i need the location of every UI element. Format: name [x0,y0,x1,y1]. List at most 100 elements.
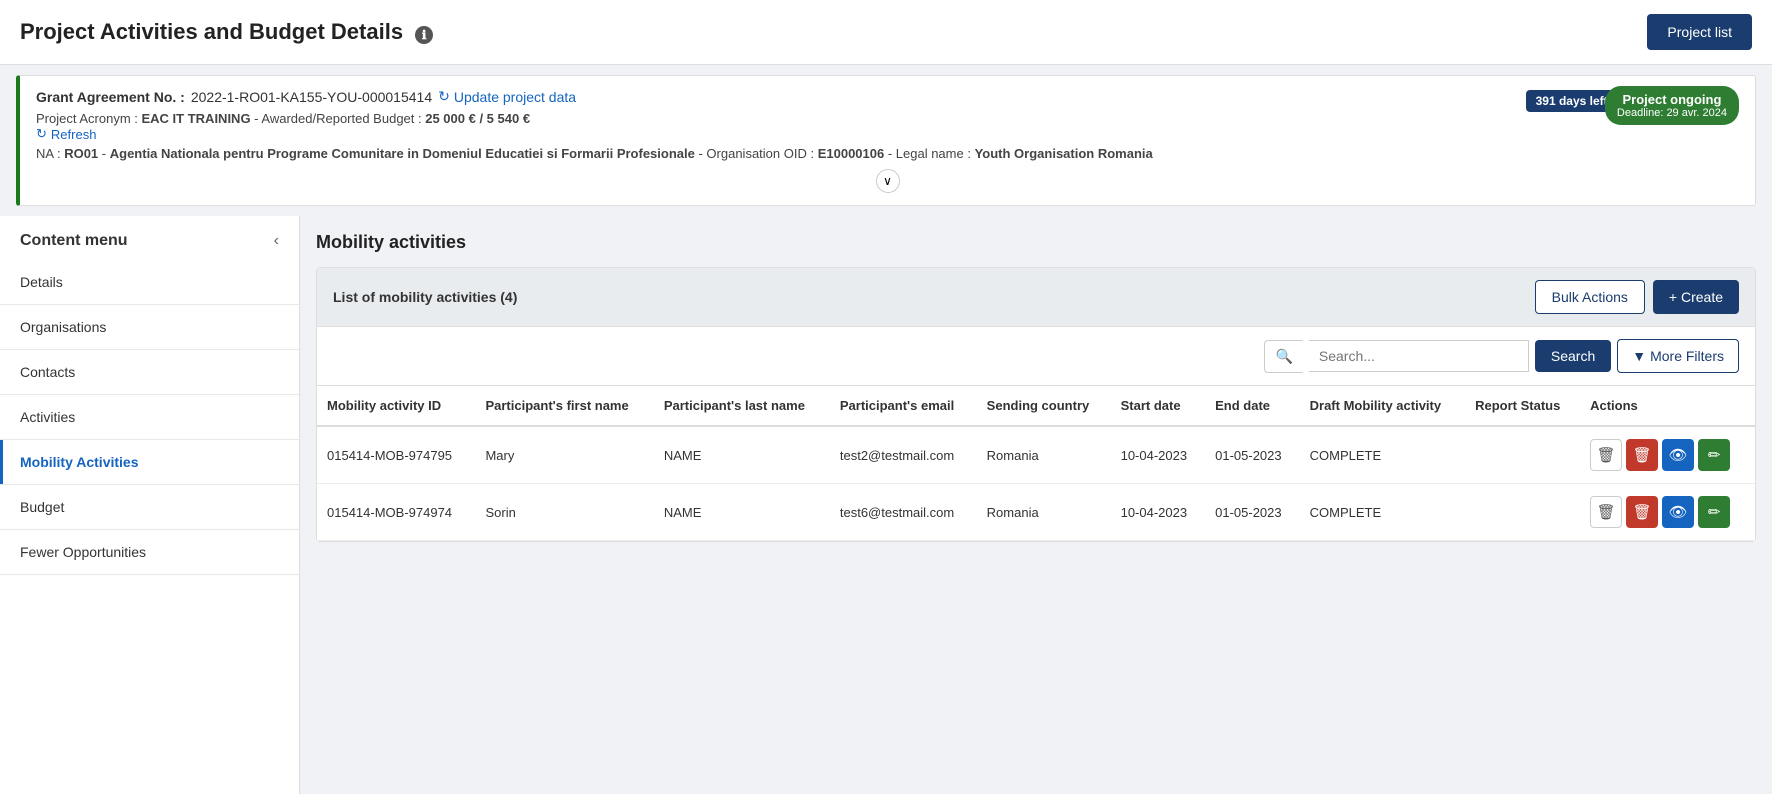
cell-end-date: 01-05-2023 [1205,426,1300,484]
sidebar-item-organisations: Organisations [0,305,299,350]
cell-actions: 🗑 🗑 👁 ✏ [1580,484,1755,541]
header-buttons: Bulk Actions + Create [1535,280,1739,314]
info-box: Grant Agreement No. : 2022-1-RO01-KA155-… [16,75,1756,206]
create-button[interactable]: + Create [1653,280,1739,314]
col-start-date: Start date [1111,386,1206,426]
delete-button[interactable]: 🗑 [1626,496,1658,528]
search-input[interactable] [1309,340,1529,372]
search-bar: 🔍 Search ▼ More Filters [317,327,1755,386]
duplicate-button[interactable]: 🗑 [1590,496,1622,528]
duplicate-button[interactable]: 🗑 [1590,439,1622,471]
deadline: Deadline: 29 avr. 2024 [1617,107,1727,119]
page-header: Project Activities and Budget Details ℹ … [0,0,1772,65]
update-project-link[interactable]: ↻ Update project data [438,88,576,105]
na-name: Agentia Nationala pentru Programe Comuni… [110,146,695,161]
info-box-row1: Grant Agreement No. : 2022-1-RO01-KA155-… [36,88,1739,105]
cell-report-status [1465,484,1580,541]
refresh-icon: ↻ [36,126,47,142]
table-card-header: List of mobility activities (4) Bulk Act… [317,268,1755,327]
sidebar-nav: Details Organisations Contacts Activitie… [0,260,299,575]
cell-draft: COMPLETE [1300,484,1466,541]
project-status: Project ongoing [1617,92,1727,107]
table-row: 015414-MOB-974795 Mary NAME test2@testma… [317,426,1755,484]
delete-button[interactable]: 🗑 [1626,439,1658,471]
search-icon: 🔍 [1275,348,1292,364]
cell-draft: COMPLETE [1300,426,1466,484]
cell-start-date: 10-04-2023 [1111,484,1206,541]
sidebar-header: Content menu ‹ [0,216,299,260]
edit-button[interactable]: ✏ [1698,439,1730,471]
col-actions: Actions [1580,386,1755,426]
table-header-row: Mobility activity ID Participant's first… [317,386,1755,426]
sidebar-link-mobility-activities[interactable]: Mobility Activities [0,440,299,484]
info-box-row2: Project Acronym : EAC IT TRAINING - Awar… [36,111,1739,142]
bulk-actions-button[interactable]: Bulk Actions [1535,280,1645,314]
project-acronym: EAC IT TRAINING [142,111,251,126]
legal-name-label: Legal name : [896,146,971,161]
sidebar-item-activities: Activities [0,395,299,440]
cell-last-name: NAME [654,426,830,484]
table-body: 015414-MOB-974795 Mary NAME test2@testma… [317,426,1755,541]
sidebar-link-details[interactable]: Details [0,260,299,304]
search-icon-button[interactable]: 🔍 [1264,340,1302,373]
col-first-name: Participant's first name [475,386,653,426]
table-row: 015414-MOB-974974 Sorin NAME test6@testm… [317,484,1755,541]
cell-start-date: 10-04-2023 [1111,426,1206,484]
awarded-label: Awarded/Reported Budget : [261,111,421,126]
cell-end-date: 01-05-2023 [1205,484,1300,541]
col-mobility-id: Mobility activity ID [317,386,475,426]
action-buttons: 🗑 🗑 👁 ✏ [1590,496,1745,528]
col-end-date: End date [1205,386,1300,426]
grant-label: Grant Agreement No. : [36,89,185,105]
sidebar-link-fewer-opportunities[interactable]: Fewer Opportunities [0,530,299,574]
sidebar-title: Content menu [20,232,128,250]
info-box-collapse-button[interactable]: ∨ [876,169,900,193]
cell-actions: 🗑 🗑 👁 ✏ [1580,426,1755,484]
section-title: Mobility activities [316,232,1756,253]
na-code: RO01 [64,146,98,161]
na-label: NA : [36,146,61,161]
cell-email: test6@testmail.com [830,484,977,541]
mobility-table-card: List of mobility activities (4) Bulk Act… [316,267,1756,542]
col-draft: Draft Mobility activity [1300,386,1466,426]
sidebar: Content menu ‹ Details Organisations Con… [0,216,300,794]
more-filters-button[interactable]: ▼ More Filters [1617,339,1739,373]
legal-name: Youth Organisation Romania [975,146,1153,161]
cell-email: test2@testmail.com [830,426,977,484]
edit-button[interactable]: ✏ [1698,496,1730,528]
sidebar-collapse-button[interactable]: ‹ [274,232,279,250]
sidebar-link-organisations[interactable]: Organisations [0,305,299,349]
sidebar-link-activities[interactable]: Activities [0,395,299,439]
refresh-link[interactable]: ↻ Refresh [36,126,1739,142]
filter-icon: ▼ [1632,348,1646,364]
sidebar-item-contacts: Contacts [0,350,299,395]
sidebar-item-details: Details [0,260,299,305]
collapse-row: ∨ [36,169,1739,193]
project-list-button[interactable]: Project list [1647,14,1752,50]
col-report-status: Report Status [1465,386,1580,426]
sidebar-link-contacts[interactable]: Contacts [0,350,299,394]
cell-first-name: Sorin [475,484,653,541]
org-oid-label: Organisation OID : [706,146,814,161]
cell-first-name: Mary [475,426,653,484]
project-acronym-label: Project Acronym : [36,111,138,126]
action-buttons: 🗑 🗑 👁 ✏ [1590,439,1745,471]
cell-report-status [1465,426,1580,484]
view-button[interactable]: 👁 [1662,496,1694,528]
mobility-table: Mobility activity ID Participant's first… [317,386,1755,541]
cell-mobility-id: 015414-MOB-974974 [317,484,475,541]
info-box-row3: NA : RO01 - Agentia Nationala pentru Pro… [36,146,1739,161]
search-button[interactable]: Search [1535,340,1611,372]
col-last-name: Participant's last name [654,386,830,426]
list-count-label: List of mobility activities (4) [333,289,517,305]
view-button[interactable]: 👁 [1662,439,1694,471]
sidebar-item-budget: Budget [0,485,299,530]
info-icon[interactable]: ℹ [415,26,433,44]
page-title-text: Project Activities and Budget Details [20,19,403,44]
org-oid: E10000106 [818,146,885,161]
sidebar-link-budget[interactable]: Budget [0,485,299,529]
col-email: Participant's email [830,386,977,426]
grant-number: 2022-1-RO01-KA155-YOU-000015414 [191,89,432,105]
main-layout: Content menu ‹ Details Organisations Con… [0,216,1772,794]
project-ongoing-badge: Project ongoing Deadline: 29 avr. 2024 [1605,86,1739,125]
